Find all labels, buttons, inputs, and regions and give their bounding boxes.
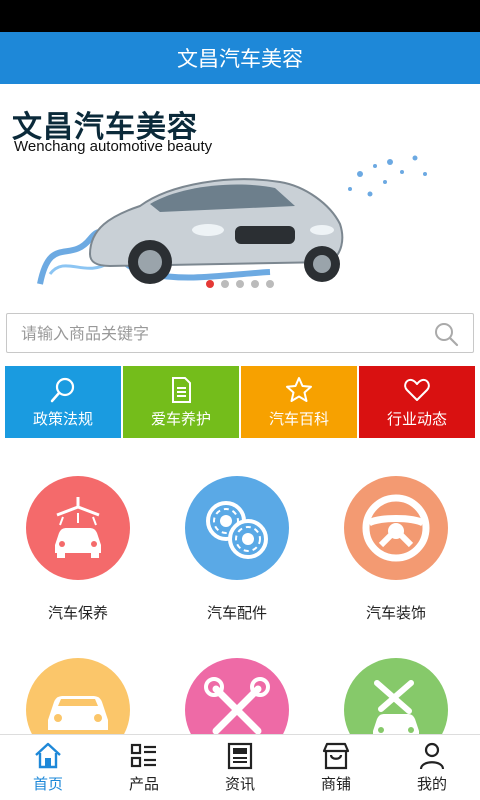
nav-news[interactable]: 资讯 [192,735,288,800]
document-icon [172,376,191,403]
nav-shops[interactable]: 商铺 [288,735,384,800]
user-icon [419,742,445,770]
nav-label: 资讯 [224,775,255,793]
home-icon [35,742,61,769]
nav-label: 首页 [32,775,63,793]
nav-products[interactable]: 产品 [96,735,192,800]
category-label: 汽车配件 [206,604,267,622]
quick-link-label: 政策法规 [32,409,93,428]
star-icon [286,376,312,402]
banner-subtitle: Wenchang automotive beauty [14,138,213,155]
heart-icon [404,378,430,401]
search-icon[interactable] [433,321,459,347]
nav-label: 商铺 [320,775,351,793]
search-bar [6,313,474,353]
banner-carousel[interactable]: 文昌汽车美容 Wenchang automotive beauty [0,84,480,298]
search-input[interactable] [21,314,421,352]
nav-label: 我的 [416,775,447,793]
nav-home[interactable]: 首页 [0,735,96,800]
category-car-maintenance[interactable]: 汽车保养 [3,476,153,623]
quick-link-car-care[interactable]: 爱车养护 [123,366,239,438]
search-icon [50,377,75,402]
carousel-dot[interactable] [206,280,214,288]
shop-icon [322,742,350,770]
carousel-dot[interactable] [251,280,259,288]
carousel-dots [0,280,480,288]
quick-links: 政策法规 爱车养护 汽车百科 行业动态 [5,366,475,438]
app-header: 文昌汽车美容 [0,32,480,84]
bottom-navigation: 首页 产品 资讯 商铺 我的 [0,734,480,800]
quick-link-label: 爱车养护 [150,409,211,428]
carousel-dot[interactable] [266,280,274,288]
nav-profile[interactable]: 我的 [384,735,480,800]
quick-link-industry-news[interactable]: 行业动态 [359,366,475,438]
quick-link-policy[interactable]: 政策法规 [5,366,121,438]
wheels-icon [206,501,268,559]
quick-link-encyclopedia[interactable]: 汽车百科 [241,366,357,438]
category-label: 汽车保养 [47,604,108,622]
news-icon [227,742,253,770]
category-car-parts[interactable]: 汽车配件 [162,476,312,623]
page-title: 文昌汽车美容 [177,47,303,71]
category-car-decoration[interactable]: 汽车装饰 [321,476,471,623]
car-icon [48,696,108,730]
category-label: 汽车装饰 [365,604,426,622]
grid-list-icon [130,743,156,768]
carousel-dot[interactable] [236,280,244,288]
carousel-dot[interactable] [221,280,229,288]
car-splash-image [37,155,427,285]
quick-link-label: 汽车百科 [268,409,329,428]
quick-link-label: 行业动态 [386,409,447,428]
car-wash-icon [55,497,101,558]
steering-wheel-icon [362,494,430,562]
nav-label: 产品 [128,775,159,793]
status-bar [0,0,480,32]
